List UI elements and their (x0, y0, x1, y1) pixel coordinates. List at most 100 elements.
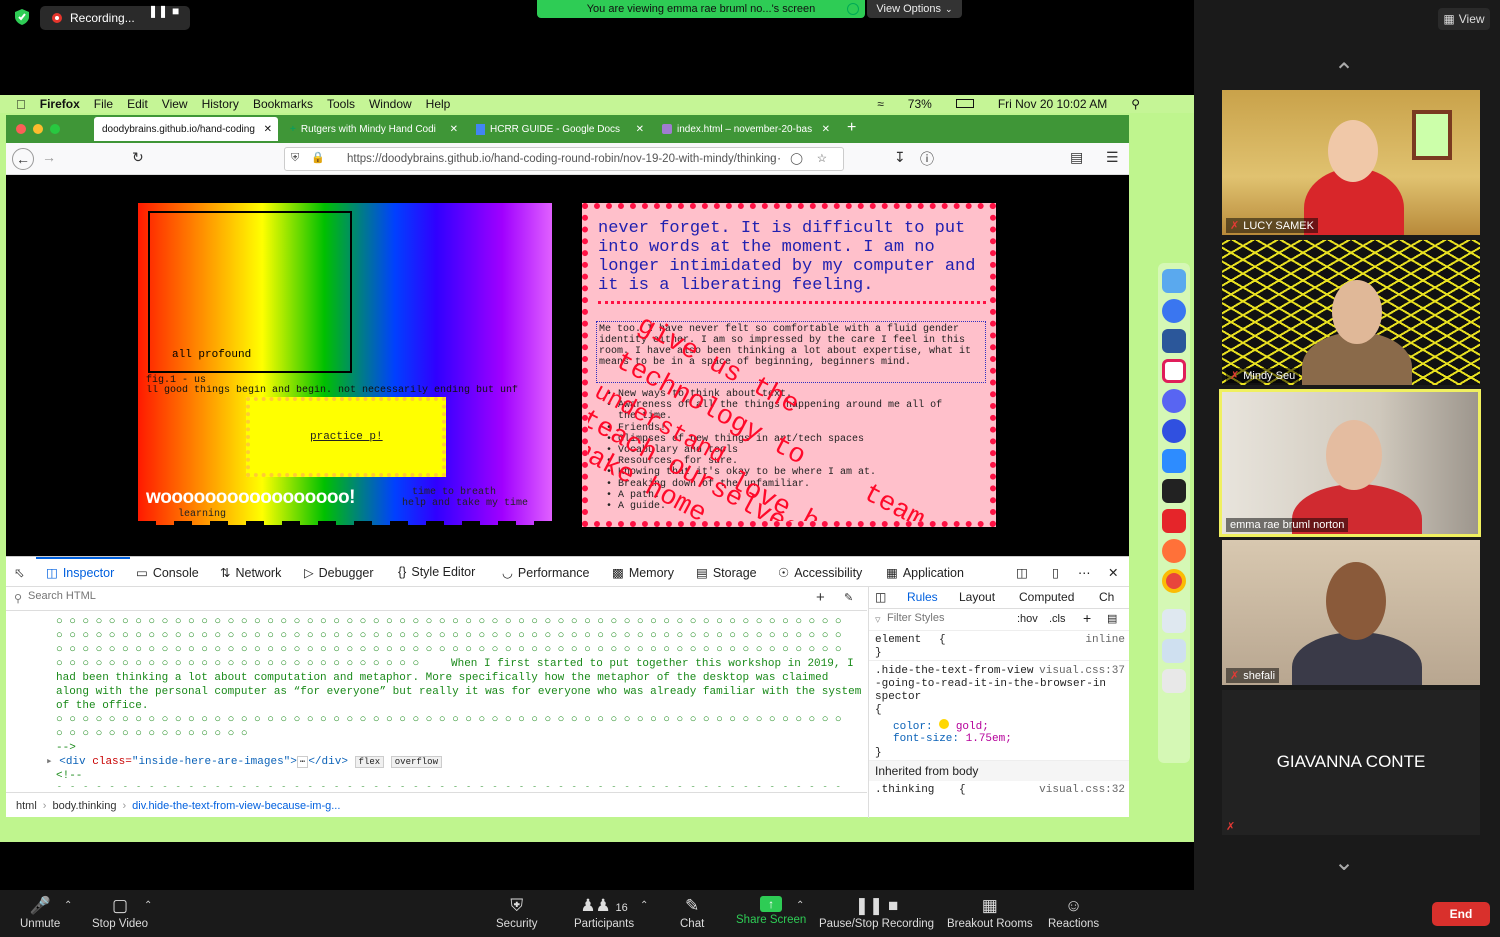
shield-icon[interactable]: ⛨ (291, 152, 299, 165)
audio-options-chevron-icon[interactable]: ⌃ (64, 900, 72, 911)
tab-inspector[interactable]: ◫ Inspector (46, 565, 114, 581)
practice-link[interactable]: practice p! (310, 431, 383, 443)
add-rule-icon[interactable]: + (1083, 610, 1091, 626)
participants-chevron-icon[interactable]: ⌃ (640, 900, 648, 911)
forward-arrow-icon[interactable]: → (42, 149, 56, 165)
view-button[interactable]: ▦ View (1438, 8, 1490, 30)
url-bar[interactable]: ⛨ 🔒 https://doodybrains.github.io/hand-c… (284, 147, 844, 171)
overflow-badge[interactable]: overflow (390, 756, 442, 768)
print-media-icon[interactable]: ▤ (1107, 612, 1117, 625)
spotlight-search-icon[interactable]: ⚲ (1131, 97, 1140, 111)
menu-app-name[interactable]: Firefox (40, 97, 80, 111)
downloads-stack-icon[interactable] (1162, 639, 1186, 663)
tab-doodybrains[interactable]: doodybrains.github.io/hand-coding ✕ (94, 117, 278, 141)
thinking-source-link[interactable]: visual.css:32 (1039, 784, 1125, 796)
pocket-icon[interactable]: ◯ (790, 151, 803, 165)
close-tab-icon[interactable]: ✕ (636, 124, 644, 135)
participant-tile-1[interactable]: ✗ LUCY SAMEK (1222, 90, 1480, 235)
participant-tile-5[interactable]: GIAVANNA CONTE ✗ (1222, 690, 1480, 835)
new-tab-icon[interactable]: + (847, 119, 856, 137)
tab-index-html[interactable]: index.html – november-20-bas ✕ (654, 117, 836, 141)
tab-application[interactable]: ▦ Application (886, 565, 964, 581)
tab-accessibility[interactable]: ☉ Accessibility (778, 565, 862, 581)
tab-storage[interactable]: ▤ Storage (696, 565, 757, 581)
chevron-up-icon[interactable]: ⌃ (1334, 58, 1354, 87)
menu-datetime[interactable]: Fri Nov 20 10:02 AM (998, 97, 1107, 111)
reader-view-icon[interactable]: ▤ (1070, 149, 1083, 166)
wifi-icon[interactable]: ≈ (877, 97, 884, 111)
close-window-icon[interactable] (16, 124, 26, 134)
stop-video-button[interactable]: ▢ Stop Video (92, 896, 148, 930)
video-options-chevron-icon[interactable]: ⌃ (144, 900, 152, 911)
zoom-app-icon[interactable] (1162, 449, 1186, 473)
pause-recording-button[interactable]: ❚❚ ■ Pause/Stop Recording (819, 896, 934, 930)
menu-item-help[interactable]: Help (426, 97, 451, 111)
hamburger-menu-icon[interactable]: ☰ (1106, 149, 1119, 166)
sidebar-toggle-icon[interactable]: ◫ (875, 590, 886, 604)
flex-badge[interactable]: flex (354, 756, 385, 768)
share-options-chevron-icon[interactable]: ⌃ (796, 900, 804, 911)
tab-debugger[interactable]: ▷ Debugger (304, 565, 374, 581)
participant-tile-3[interactable]: emma rae bruml norton (1219, 389, 1481, 537)
security-button[interactable]: ⛨ Security (496, 896, 538, 930)
ellipsis-badge[interactable]: ⋯ (296, 756, 309, 768)
html-tree[interactable]: ○ ○ ○ ○ ○ ○ ○ ○ ○ ○ ○ ○ ○ ○ ○ ○ ○ ○ ○ ○ … (6, 612, 867, 787)
signal-icon[interactable] (1162, 299, 1186, 323)
menu-item-history[interactable]: History (202, 97, 239, 111)
unmute-button[interactable]: 🎤 Unmute (20, 896, 60, 930)
tab-performance[interactable]: ◡ Performance (502, 565, 589, 581)
maximize-window-icon[interactable] (50, 124, 60, 134)
acrobat-icon[interactable] (1162, 509, 1186, 533)
tab-computed[interactable]: Computed (1019, 590, 1074, 604)
discord-icon[interactable] (1162, 389, 1186, 413)
doc-folder-icon[interactable] (1162, 609, 1186, 633)
chrome-icon[interactable] (1162, 569, 1186, 593)
firefox-icon[interactable] (1162, 539, 1186, 563)
dock-side-icon[interactable]: ◫ (1016, 565, 1028, 580)
menu-item-bookmarks[interactable]: Bookmarks (253, 97, 313, 111)
tab-style-editor[interactable]: {} Style Editor (398, 565, 475, 579)
add-node-icon[interactable]: + (816, 589, 825, 606)
word-icon[interactable] (1162, 329, 1186, 353)
tab-layout[interactable]: Layout (959, 590, 995, 604)
breadcrumb-html[interactable]: html (16, 800, 37, 812)
view-options-button[interactable]: View Options ⌄ (867, 0, 962, 18)
tab-memory[interactable]: ▩ Memory (612, 565, 674, 581)
bookmark-star-icon[interactable]: ☆ (817, 151, 827, 165)
menu-item-file[interactable]: File (94, 97, 113, 111)
breadcrumb-body[interactable]: body.thinking (52, 800, 116, 812)
close-tab-icon[interactable]: ✕ (450, 124, 458, 135)
tab-console[interactable]: ▭ Console (136, 565, 199, 581)
apple-icon[interactable]:  (16, 97, 26, 112)
rule-source-link[interactable]: visual.css:37 (1035, 665, 1125, 677)
tab-network[interactable]: ⇅ Network (220, 565, 281, 581)
download-icon[interactable]: ↧ (894, 149, 906, 166)
participant-tile-2[interactable]: ✗ Mindy Seu (1222, 240, 1480, 385)
tab-rules[interactable]: Rules (907, 590, 938, 604)
breakout-rooms-button[interactable]: ▦ Breakout Rooms (947, 896, 1033, 930)
tab-changes[interactable]: Ch (1099, 590, 1114, 604)
responsive-mode-icon[interactable]: ▯ (1052, 565, 1059, 580)
tab-rutgers[interactable]: + Rutgers with Mindy Hand Codi ✕ (282, 117, 464, 141)
search-html-input[interactable] (28, 590, 528, 602)
filter-styles-input[interactable] (887, 612, 1007, 624)
hov-toggle[interactable]: :hov (1017, 613, 1038, 625)
more-options-icon[interactable]: ⋯ (1078, 565, 1091, 580)
breadcrumb-div[interactable]: div.hide-the-text-from-view-because-im-g… (132, 800, 340, 812)
lock-icon[interactable]: 🔒 (311, 151, 325, 164)
page-actions-icon[interactable]: ⋯ (770, 151, 782, 165)
finder-icon[interactable] (1162, 269, 1186, 293)
eyedropper-icon[interactable]: ✎ (844, 591, 853, 604)
reload-icon[interactable]: ↻ (132, 149, 144, 166)
expand-triangle-icon[interactable]: ▸ (46, 756, 53, 768)
participants-button[interactable]: ♟♟ 16 Participants (574, 896, 634, 930)
menu-item-edit[interactable]: Edit (127, 97, 148, 111)
chevron-down-icon[interactable]: ⌄ (1334, 848, 1354, 877)
app-circle-icon[interactable] (1162, 419, 1186, 443)
reactions-button[interactable]: ☺ Reactions (1048, 896, 1099, 930)
minimize-window-icon[interactable] (33, 124, 43, 134)
close-devtools-icon[interactable]: ✕ (1108, 565, 1118, 580)
menu-item-tools[interactable]: Tools (327, 97, 355, 111)
participant-tile-4[interactable]: ✗ shefali (1222, 540, 1480, 685)
close-tab-icon[interactable]: ✕ (264, 124, 272, 135)
